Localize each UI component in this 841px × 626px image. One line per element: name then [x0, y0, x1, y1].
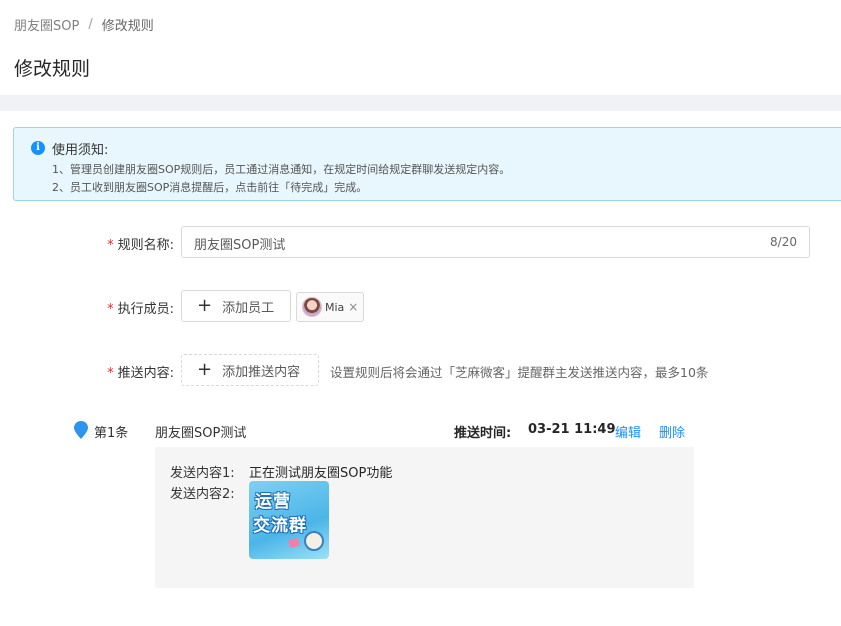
add-content-label: 添加推送内容: [222, 364, 301, 380]
rule-name-input[interactable]: 朋友圈SOP测试 8/20: [181, 226, 810, 258]
content-item-body: 发送内容1: 正在测试朋友圈SOP功能 发送内容2: 运营 交流群: [155, 447, 694, 588]
member-name: Mia: [325, 300, 345, 314]
notice-line: 2、员工收到朋友圈SOP消息提醒后，点击前往「待完成」完成。: [52, 181, 368, 194]
info-icon: i: [31, 141, 45, 155]
item-index: 第1条: [94, 426, 129, 441]
send-content-label: 发送内容2:: [170, 487, 235, 502]
breadcrumb-current: 修改规则: [101, 19, 154, 34]
rule-name-value: 朋友圈SOP测试: [194, 238, 286, 253]
notice-title: 使用须知:: [52, 143, 109, 158]
rule-name-label: * 规则名称:: [107, 238, 174, 253]
member-tag: Mia ×: [296, 292, 364, 322]
add-content-button[interactable]: + 添加推送内容: [181, 354, 319, 386]
thumbnail-decoration: [288, 537, 300, 549]
usage-notice: i 使用须知: 1、管理员创建朋友圈SOP规则后，员工通过消息通知，在规定时间给…: [13, 127, 841, 201]
page-title: 修改规则: [14, 58, 91, 80]
notice-line: 1、管理员创建朋友圈SOP规则后，员工通过消息通知，在规定时间给规定群聊发送规定…: [52, 163, 511, 176]
content-item-header: 第1条 朋友圈SOP测试 推送时间: 03-21 11:49 编辑 删除: [74, 421, 694, 441]
content-hint: 设置规则后将会通过「芝麻微客」提醒群主发送推送内容，最多10条: [330, 365, 709, 380]
push-time-value: 03-21 11:49: [528, 422, 616, 437]
thumbnail-text: 运营: [255, 492, 291, 512]
content-image-thumbnail[interactable]: 运营 交流群: [249, 481, 329, 559]
plus-icon: +: [197, 359, 213, 380]
members-label: * 执行成员:: [107, 302, 174, 317]
content-label: * 推送内容:: [107, 366, 174, 381]
avatar: [302, 297, 322, 317]
send-content-label: 发送内容1:: [170, 466, 235, 481]
location-pin-icon: [74, 421, 88, 439]
close-icon[interactable]: ×: [348, 300, 358, 314]
required-mark: *: [107, 302, 114, 317]
required-mark: *: [107, 238, 114, 253]
thumbnail-decoration: [304, 531, 324, 551]
thumbnail-text: 交流群: [253, 516, 307, 536]
breadcrumb-separator: /: [88, 17, 93, 32]
delete-link[interactable]: 删除: [659, 422, 685, 441]
item-title: 朋友圈SOP测试: [155, 426, 247, 441]
section-divider: [0, 95, 841, 111]
breadcrumb-parent-link[interactable]: 朋友圈SOP: [14, 15, 79, 34]
send-content-text: 正在测试朋友圈SOP功能: [249, 466, 393, 481]
edit-link[interactable]: 编辑: [615, 422, 641, 441]
plus-icon: +: [197, 295, 213, 316]
required-mark: *: [107, 366, 114, 381]
add-staff-button[interactable]: + 添加员工: [181, 290, 291, 322]
push-time-label: 推送时间:: [454, 426, 512, 441]
char-counter: 8/20: [770, 235, 797, 249]
breadcrumb: 朋友圈SOP / 修改规则: [14, 15, 154, 34]
add-staff-label: 添加员工: [222, 300, 275, 316]
